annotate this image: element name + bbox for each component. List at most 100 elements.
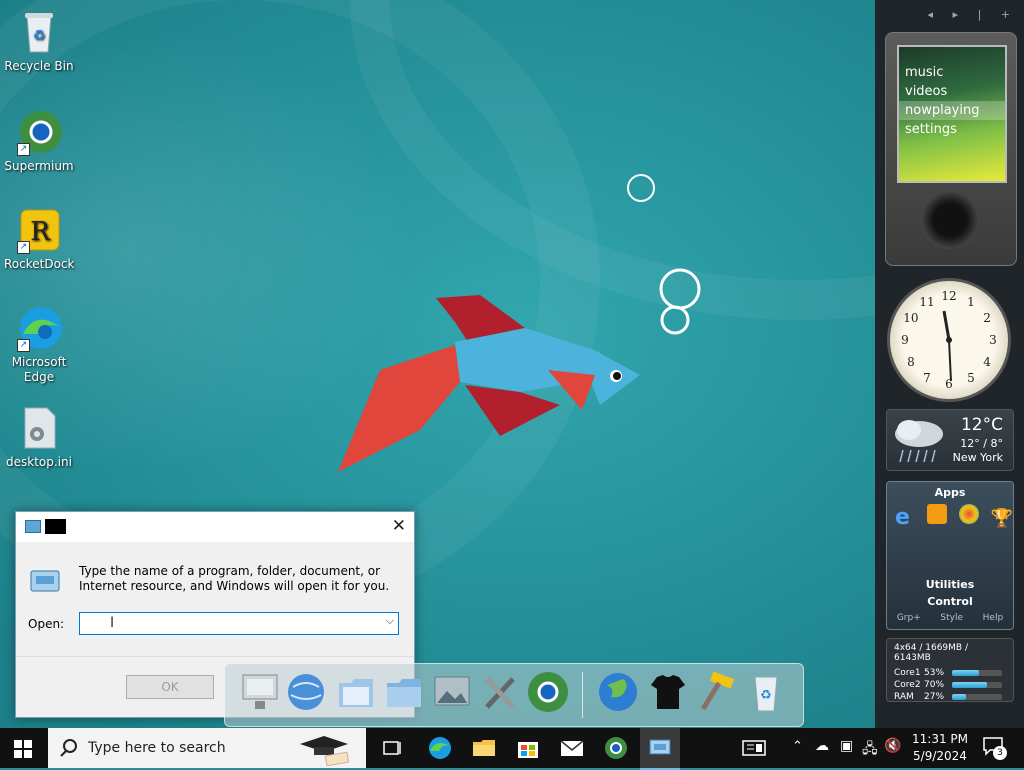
sys-row-label: Core1	[894, 668, 921, 678]
sys-rows: Core1 53% Core2 70% RAM 27%	[887, 667, 1013, 703]
device-icon[interactable]: ▣	[840, 738, 853, 754]
search-placeholder: Type here to search	[88, 740, 226, 756]
windows-logo-icon	[14, 740, 32, 758]
zune-play-pad[interactable]	[921, 191, 979, 249]
dock-computer-icon[interactable]	[237, 669, 283, 715]
news-widget-icon[interactable]	[740, 734, 768, 762]
notification-center-button[interactable]: 3	[982, 736, 1008, 760]
sys-row: RAM 27%	[887, 691, 1013, 703]
weather-temp: 12°C	[960, 415, 1003, 435]
internet-explorer-icon[interactable]: e	[895, 507, 917, 529]
dock-documents-folder-icon[interactable]	[333, 669, 379, 715]
zune-screen: music videos nowplaying settings	[897, 45, 1007, 183]
clock-minute-hand	[948, 339, 952, 382]
store-icon[interactable]	[514, 734, 542, 762]
desktop-icon-supermium[interactable]: ↗ Supermium	[4, 108, 74, 174]
desktop-icon-label: Microsoft Edge	[11, 355, 67, 384]
zune-menu-item[interactable]: settings	[899, 120, 1005, 139]
run-open-label: Open:	[28, 617, 65, 631]
svg-text:R: R	[30, 217, 51, 247]
dock-internet-globe-icon[interactable]	[595, 669, 641, 715]
start-button[interactable]	[14, 740, 32, 761]
chevron-up-icon[interactable]: ⌃	[792, 739, 803, 754]
clock-numeral: 4	[983, 355, 991, 369]
volume-muted-icon[interactable]: 🔇	[884, 738, 901, 754]
apps-footer-style[interactable]: Style	[940, 613, 963, 623]
weather-city: New York	[952, 451, 1003, 464]
dock-hammer-icon[interactable]	[693, 669, 739, 715]
supermium-taskbar-icon[interactable]	[602, 734, 630, 762]
bubble	[660, 305, 690, 335]
sys-header: 4x64 / 1669MB / 6143MB	[894, 643, 968, 663]
taskbar-clock[interactable]: 11:31 PM 5/9/2024	[908, 731, 972, 765]
desktop-icon-recycle-bin[interactable]: ♻ Recycle Bin	[4, 8, 74, 74]
clock-numeral: 1	[967, 295, 975, 309]
notification-count-badge: 3	[993, 746, 1007, 760]
supermium-icon: ↗	[15, 108, 63, 156]
mail-icon[interactable]	[558, 734, 586, 762]
sys-row-value: 70%	[924, 680, 945, 690]
betta-fish-illustration	[338, 295, 640, 472]
apps-title: Apps	[934, 486, 966, 499]
zune-gadget[interactable]: music videos nowplaying settings	[885, 32, 1017, 266]
taskbar-time: 11:31 PM	[912, 732, 968, 746]
dock-network-globe-icon[interactable]	[283, 669, 329, 715]
graduation-cap-icon	[300, 736, 350, 766]
apps-footer-help[interactable]: Help	[983, 613, 1004, 623]
desktop-icon-desktop-ini[interactable]: desktop.ini	[4, 404, 74, 470]
svg-text:♻: ♻	[33, 28, 46, 44]
clock-face: 12 1234567891011	[901, 289, 997, 391]
dock-tools-icon[interactable]	[477, 669, 523, 715]
zune-menu-item-selected[interactable]: nowplaying	[899, 101, 1005, 120]
chevron-down-icon[interactable]: ⌵	[386, 614, 394, 628]
dock-browser-icon[interactable]	[525, 669, 571, 715]
clock-hour-hand	[942, 310, 951, 341]
run-icon	[25, 520, 41, 533]
clock-numeral: 9	[901, 333, 909, 347]
desktop-icon-edge[interactable]: ↗ Microsoft Edge	[4, 304, 74, 385]
apps-footer: Grp+ Style Help	[887, 613, 1013, 623]
sys-row-label: RAM	[894, 692, 914, 702]
dock-recycle-bin-icon[interactable]: ♻	[743, 669, 789, 715]
task-view-icon[interactable]	[378, 734, 406, 762]
onedrive-icon[interactable]: ☁	[815, 738, 829, 754]
rocketdock-icon: R ↗	[15, 206, 63, 254]
desktop-icon-rocketdock[interactable]: R ↗ RocketDock	[4, 206, 74, 272]
sys-row-value: 27%	[924, 692, 945, 702]
desktop-icon-label: Supermium	[4, 159, 74, 173]
apps-footer-grp[interactable]: Grp+	[897, 613, 921, 623]
run-dialog-titlebar[interactable]: ✕	[16, 512, 414, 542]
zune-menu-item[interactable]: videos	[899, 82, 1005, 101]
network-icon[interactable]: 🖧	[862, 738, 878, 762]
weather-gadget[interactable]: 12°C 12° / 8° New York	[886, 409, 1014, 471]
apps-utilities-label[interactable]: Utilities	[887, 578, 1013, 591]
ok-button[interactable]: OK	[126, 675, 214, 699]
text-cursor-icon: I	[110, 615, 115, 631]
apps-control-label[interactable]: Control	[887, 595, 1013, 608]
taskbar-search-box[interactable]: Type here to search	[48, 728, 366, 768]
run-open-combobox[interactable]: I ⌵	[79, 612, 399, 635]
sidebar-controls[interactable]: ◂ ▸ | +	[928, 8, 1018, 21]
edge-taskbar-icon[interactable]	[426, 734, 454, 762]
sys-row-bar	[952, 693, 1002, 700]
media-player-icon[interactable]	[926, 504, 947, 524]
dock-folder-icon[interactable]	[381, 669, 427, 715]
svg-text:♻: ♻	[760, 688, 772, 703]
shortcut-arrow-icon: ↗	[17, 241, 30, 254]
search-icon	[60, 739, 77, 757]
clock-numeral: 5	[967, 371, 975, 385]
dock-tshirt-icon[interactable]	[645, 669, 691, 715]
trophy-icon[interactable]: 🏆	[990, 508, 1012, 529]
close-icon[interactable]: ✕	[392, 516, 406, 536]
run-description: Type the name of a program, folder, docu…	[79, 564, 390, 593]
file-explorer-icon[interactable]	[470, 734, 498, 762]
rocketdock-bar: ♻	[224, 663, 804, 727]
gadget-sidebar: ◂ ▸ | + music videos nowplaying settings…	[875, 0, 1024, 728]
sys-row-value: 53%	[924, 668, 945, 678]
zune-menu-item[interactable]: music	[899, 63, 1005, 82]
clock-numeral: 11	[919, 295, 934, 309]
paint-icon[interactable]	[958, 504, 979, 524]
run-open-input[interactable]	[80, 613, 374, 632]
dock-pictures-icon[interactable]	[429, 669, 475, 715]
run-taskbar-button[interactable]	[640, 728, 680, 770]
